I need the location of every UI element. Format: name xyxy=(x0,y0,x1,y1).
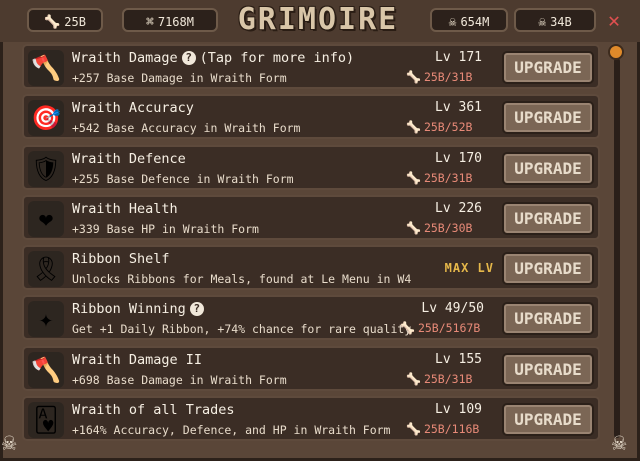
upgrade-name: Wraith Damage? (Tap for more info) xyxy=(72,50,355,66)
bones-counter-2: ⌘ 7168M xyxy=(122,8,218,32)
upgrade-button[interactable]: UPGRADE xyxy=(502,352,594,386)
upgrade-button[interactable]: UPGRADE xyxy=(502,252,594,286)
bone-icon: 🦴 xyxy=(406,422,421,437)
close-icon[interactable]: ✕ xyxy=(603,9,625,31)
idol-icon: ✦ xyxy=(28,301,64,338)
axe-icon: 🪓 xyxy=(28,50,64,86)
skull-icon: ☠ xyxy=(448,15,457,30)
level-label: Lv 170 xyxy=(435,150,482,166)
cost-label: 🦴 25B/30B xyxy=(406,220,473,235)
upgrade-name: Wraith Damage II xyxy=(72,351,203,368)
upgrade-name: Wraith Health xyxy=(72,200,178,217)
cost-label: 🦴 25B/5167B xyxy=(400,321,481,336)
upgrade-row: ✦ Ribbon Winning? Get +1 Daily Ribbon, +74… xyxy=(22,295,600,341)
upgrade-button[interactable]: UPGRADE xyxy=(502,201,594,235)
level-label: Lv 109 xyxy=(435,402,482,418)
upgrade-description: +339 Base HP in Wraith Form xyxy=(72,221,259,236)
shield-icon: 🛡 xyxy=(28,150,64,187)
upgrade-row: 🎗 Ribbon Shelf Unlocks Ribbons for Meals, … xyxy=(22,245,600,291)
level-label: Lv 361 xyxy=(435,100,482,116)
upgrade-description: +164% Accuracy, Defence, and HP in Wrait… xyxy=(72,423,391,438)
level-label: Lv 226 xyxy=(435,200,482,216)
upgrade-row: 🎯 Wraith Accuracy +542 Base Accuracy in Wr… xyxy=(22,94,600,140)
upgrade-name: Wraith Defence xyxy=(72,150,186,167)
ribbon-icon: 🎗 xyxy=(28,251,64,288)
upgrade-name: Ribbon Shelf xyxy=(72,251,170,268)
other-counter: ☠ 34B xyxy=(514,8,596,32)
scrollbar[interactable] xyxy=(608,44,626,444)
cost-label: 🦴 25B/31B xyxy=(406,70,473,84)
target-icon: 🎯 xyxy=(28,100,64,137)
upgrade-row: 🂱 Wraith of all Trades +164% Accuracy, Def… xyxy=(22,396,600,442)
upgrade-row: ❤ Wraith Health +339 Base HP in Wraith For… xyxy=(22,194,600,240)
max-level-label: MAX LV xyxy=(444,261,494,276)
upgrade-name: Wraith Accuracy xyxy=(72,100,194,117)
scroll-track[interactable] xyxy=(614,58,620,438)
level-label: Lv 171 xyxy=(435,50,482,65)
heart-icon: ❤ xyxy=(28,200,64,237)
level-label: Lv 49/50 xyxy=(421,301,484,317)
upgrade-description: +257 Base Damage in Wraith Form xyxy=(72,71,287,85)
upgrade-button[interactable]: UPGRADE xyxy=(502,51,594,84)
creature-skull-icon: ☠ xyxy=(538,15,547,30)
page-title: GRIMOIRE xyxy=(237,2,399,37)
skull-decoration-icon: ☠ xyxy=(612,428,627,456)
upgrade-button[interactable]: UPGRADE xyxy=(502,101,594,135)
bone-icon: 🦴 xyxy=(406,371,421,386)
cost-label: 🦴 25B/52B xyxy=(406,120,473,135)
upgrade-name: Ribbon Winning? xyxy=(72,301,208,317)
upgrade-button[interactable]: UPGRADE xyxy=(502,151,594,185)
cost-label: 🦴 25B/31B xyxy=(406,371,473,386)
upgrade-description: Get +1 Daily Ribbon, +74% chance for rar… xyxy=(72,322,412,337)
bone-icon: 🦴 xyxy=(406,70,421,84)
bone-icon: 🦴 xyxy=(406,220,421,235)
upgrade-row: 🪓 Wraith Damage II +698 Base Damage in Wra… xyxy=(22,345,600,391)
upgrade-description: +542 Base Accuracy in Wraith Form xyxy=(72,121,301,136)
help-icon[interactable]: ? xyxy=(181,51,196,65)
skull-decoration-icon: ☠ xyxy=(2,428,17,456)
cost-label: 🦴 25B/116B xyxy=(406,422,480,437)
skull-counter: ☠ 654M xyxy=(430,8,508,32)
upgrade-description: +698 Base Damage in Wraith Form xyxy=(72,372,287,387)
upgrade-description: Unlocks Ribbons for Meals, found at Le M… xyxy=(72,272,412,287)
help-icon[interactable]: ? xyxy=(189,302,204,317)
ribcage-icon: ⌘ xyxy=(146,15,154,30)
bone-icon: 🦴 xyxy=(406,120,421,135)
upgrade-button[interactable]: UPGRADE xyxy=(502,403,594,437)
grimoire-window: 🦴 25B ⌘ 7168M GRIMOIRE ☠ 654M ☠ 34B ✕ 🪓 Wrait… xyxy=(0,0,640,461)
bone-icon: 🦴 xyxy=(406,170,421,185)
upgrade-description: +255 Base Defence in Wraith Form xyxy=(72,171,294,186)
axe-icon: 🪓 xyxy=(28,351,64,388)
scroll-knob[interactable] xyxy=(608,44,624,60)
upgrade-button[interactable]: UPGRADE xyxy=(502,302,594,336)
level-label: Lv 155 xyxy=(435,351,482,367)
bone-icon: 🦴 xyxy=(44,15,61,30)
header: 🦴 25B ⌘ 7168M GRIMOIRE ☠ 654M ☠ 34B ✕ xyxy=(0,0,640,42)
bone-icon: 🦴 xyxy=(400,321,415,336)
upgrade-list: 🪓 Wraith Damage? (Tap for more info) +257 B… xyxy=(22,44,600,446)
upgrade-name: Wraith of all Trades xyxy=(72,402,235,419)
help-hint[interactable]: (Tap for more info) xyxy=(200,50,354,66)
cards-icon: 🂱 xyxy=(28,402,64,439)
cost-label: 🦴 25B/31B xyxy=(406,170,473,185)
upgrade-row: 🪓 Wraith Damage? (Tap for more info) +257 B… xyxy=(22,44,600,89)
bones-counter-1: 🦴 25B xyxy=(27,8,103,32)
upgrade-row: 🛡 Wraith Defence +255 Base Defence in Wrai… xyxy=(22,144,600,190)
